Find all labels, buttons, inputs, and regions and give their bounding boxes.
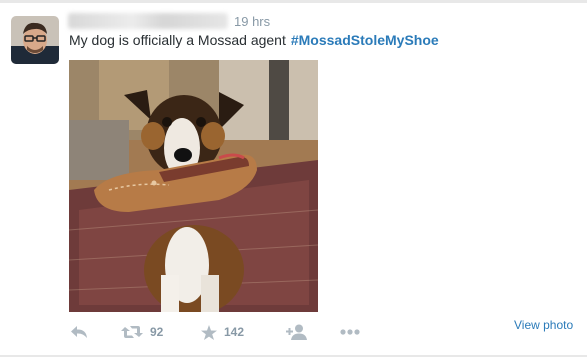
tweet-actions: 92 142 — [0, 320, 587, 344]
favorite-button[interactable]: 142 — [201, 320, 244, 344]
star-icon — [201, 324, 217, 340]
favorite-count: 142 — [224, 325, 245, 339]
more-button[interactable] — [340, 320, 360, 344]
more-dots-icon — [340, 329, 360, 335]
hashtag-link[interactable]: #MossadStoleMyShoe — [291, 32, 439, 48]
avatar-image — [11, 16, 59, 64]
reply-icon — [71, 326, 87, 338]
tweet-body: My dog is officially a Mossad agent — [69, 32, 286, 48]
retweet-icon — [121, 326, 143, 338]
top-divider — [0, 0, 587, 3]
tweet-text: My dog is officially a Mossad agent #Moss… — [69, 32, 439, 48]
author-name-blurred[interactable] — [68, 13, 228, 29]
avatar[interactable] — [11, 16, 59, 64]
retweet-count: 92 — [150, 325, 164, 339]
view-photo-link[interactable]: View photo — [514, 318, 573, 332]
retweet-button[interactable]: 92 — [121, 320, 163, 344]
follow-button[interactable] — [285, 320, 307, 344]
dog-photo — [69, 60, 318, 312]
tweet-timestamp[interactable]: 19 hrs — [234, 14, 270, 29]
follow-icon — [286, 324, 307, 340]
reply-button[interactable] — [70, 320, 88, 344]
tweet-photo[interactable] — [69, 60, 318, 312]
